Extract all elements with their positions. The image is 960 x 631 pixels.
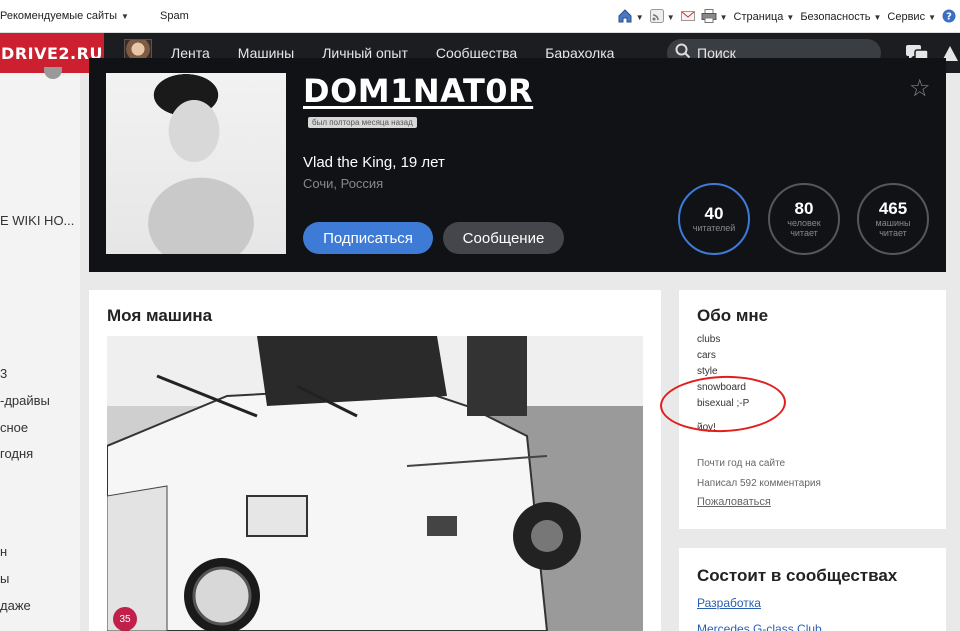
- last-seen-badge: был полтора месяца назад: [308, 117, 417, 128]
- favorite-recommended-sites[interactable]: Рекомендуемые сайты ▼: [0, 10, 129, 22]
- subscribe-button[interactable]: Подписаться: [303, 222, 433, 254]
- security-menu[interactable]: Безопасность ▼: [800, 11, 881, 23]
- sidebar-item[interactable]: сное: [0, 420, 28, 435]
- print-button[interactable]: ▼: [701, 8, 728, 26]
- community-link[interactable]: Разработка: [697, 596, 761, 610]
- stat-value: 40: [704, 204, 724, 223]
- sidebar-item[interactable]: н: [0, 544, 7, 559]
- sidebar-item[interactable]: даже: [0, 598, 31, 613]
- security-menu-label: Безопасность: [800, 11, 871, 23]
- page-menu[interactable]: Страница ▼: [734, 11, 795, 23]
- help-button[interactable]: ?: [942, 9, 956, 26]
- sidebar-item[interactable]: ы: [0, 571, 9, 586]
- help-icon: ?: [942, 9, 956, 26]
- mail-button[interactable]: [680, 10, 695, 25]
- communities-title: Состоит в сообществах: [697, 566, 898, 585]
- service-menu[interactable]: Сервис ▼: [887, 11, 936, 23]
- stat-following-people[interactable]: 80 человек читает: [768, 183, 840, 255]
- about-since: Почти год на сайте: [697, 458, 786, 469]
- sidebar-item[interactable]: 3: [0, 366, 7, 381]
- svg-text:?: ?: [946, 11, 952, 22]
- page-menu-label: Страница: [733, 11, 784, 23]
- left-sidebar: E WIKI HO... 3 -драйвы сное годня н ы да…: [0, 67, 80, 631]
- notification-badge: [44, 67, 62, 79]
- stat-readers[interactable]: 40 читателей: [678, 183, 750, 255]
- community-link[interactable]: Mercedes G-class Club: [697, 622, 822, 631]
- my-car-title: Моя машина: [107, 306, 213, 325]
- printer-icon: [701, 8, 717, 26]
- my-car-card: Моя машина: [89, 290, 661, 631]
- about-tag: style: [697, 366, 718, 377]
- chevron-down-icon: ▼: [873, 12, 882, 22]
- chevron-down-icon: ▼: [666, 12, 675, 22]
- about-comments: Написал 592 комментария: [697, 478, 821, 489]
- page-scrollbar[interactable]: [950, 73, 960, 631]
- favorite-spam[interactable]: Spam: [160, 10, 189, 22]
- home-icon: [617, 8, 633, 26]
- sidebar-item[interactable]: годня: [0, 446, 33, 461]
- report-link[interactable]: Пожаловаться: [697, 496, 771, 508]
- chevron-down-icon: ▼: [635, 12, 644, 22]
- chevron-down-icon: ▼: [928, 12, 936, 22]
- browser-toolbar: Рекомендуемые сайты ▼ Spam ▼ ▼ ▼ Страниц…: [0, 0, 960, 33]
- about-tag: clubs: [697, 334, 721, 345]
- home-button[interactable]: ▼: [617, 8, 644, 26]
- sidebar-item[interactable]: E WIKI HO...: [0, 213, 74, 228]
- favorite-label: Рекомендуемые сайты: [0, 10, 118, 22]
- star-icon[interactable]: ☆: [909, 74, 931, 103]
- chevron-down-icon: ▼: [719, 12, 728, 22]
- photo-count-badge[interactable]: 35: [113, 607, 137, 631]
- rss-icon: [649, 8, 664, 26]
- stat-label: человек читает: [787, 218, 821, 238]
- about-title: Обо мне: [697, 306, 769, 325]
- about-tag: cars: [697, 350, 716, 361]
- profile-name-age: Vlad the King, 19 лет: [303, 154, 445, 171]
- profile-photo[interactable]: [106, 73, 286, 254]
- profile-location: Сочи, Россия: [303, 176, 384, 191]
- communities-card: Состоит в сообществах Разработка Mercede…: [679, 548, 946, 631]
- stat-label: машины читает: [875, 218, 911, 238]
- service-menu-label: Сервис: [887, 11, 926, 23]
- profile-header: DOM1NAT0R был полтора месяца назад ☆ Vla…: [89, 58, 946, 272]
- message-button[interactable]: Сообщение: [443, 222, 564, 254]
- chevron-down-icon: ▼: [786, 12, 795, 22]
- sidebar-item[interactable]: -драйвы: [0, 393, 50, 408]
- stat-following-cars[interactable]: 465 машины читает: [857, 183, 929, 255]
- stat-label: читателей: [692, 223, 736, 233]
- command-bar: ▼ ▼ ▼ Страница ▼ Безопасность ▼ Сервис ▼…: [617, 8, 956, 26]
- stat-value: 465: [878, 199, 908, 218]
- car-photo[interactable]: [107, 336, 643, 631]
- stat-value: 80: [794, 199, 814, 218]
- feeds-button[interactable]: ▼: [649, 8, 675, 26]
- chevron-down-icon: ▼: [121, 11, 129, 21]
- mail-icon: [680, 10, 695, 25]
- profile-username: DOM1NAT0R: [303, 72, 534, 110]
- favorite-label: Spam: [160, 10, 189, 22]
